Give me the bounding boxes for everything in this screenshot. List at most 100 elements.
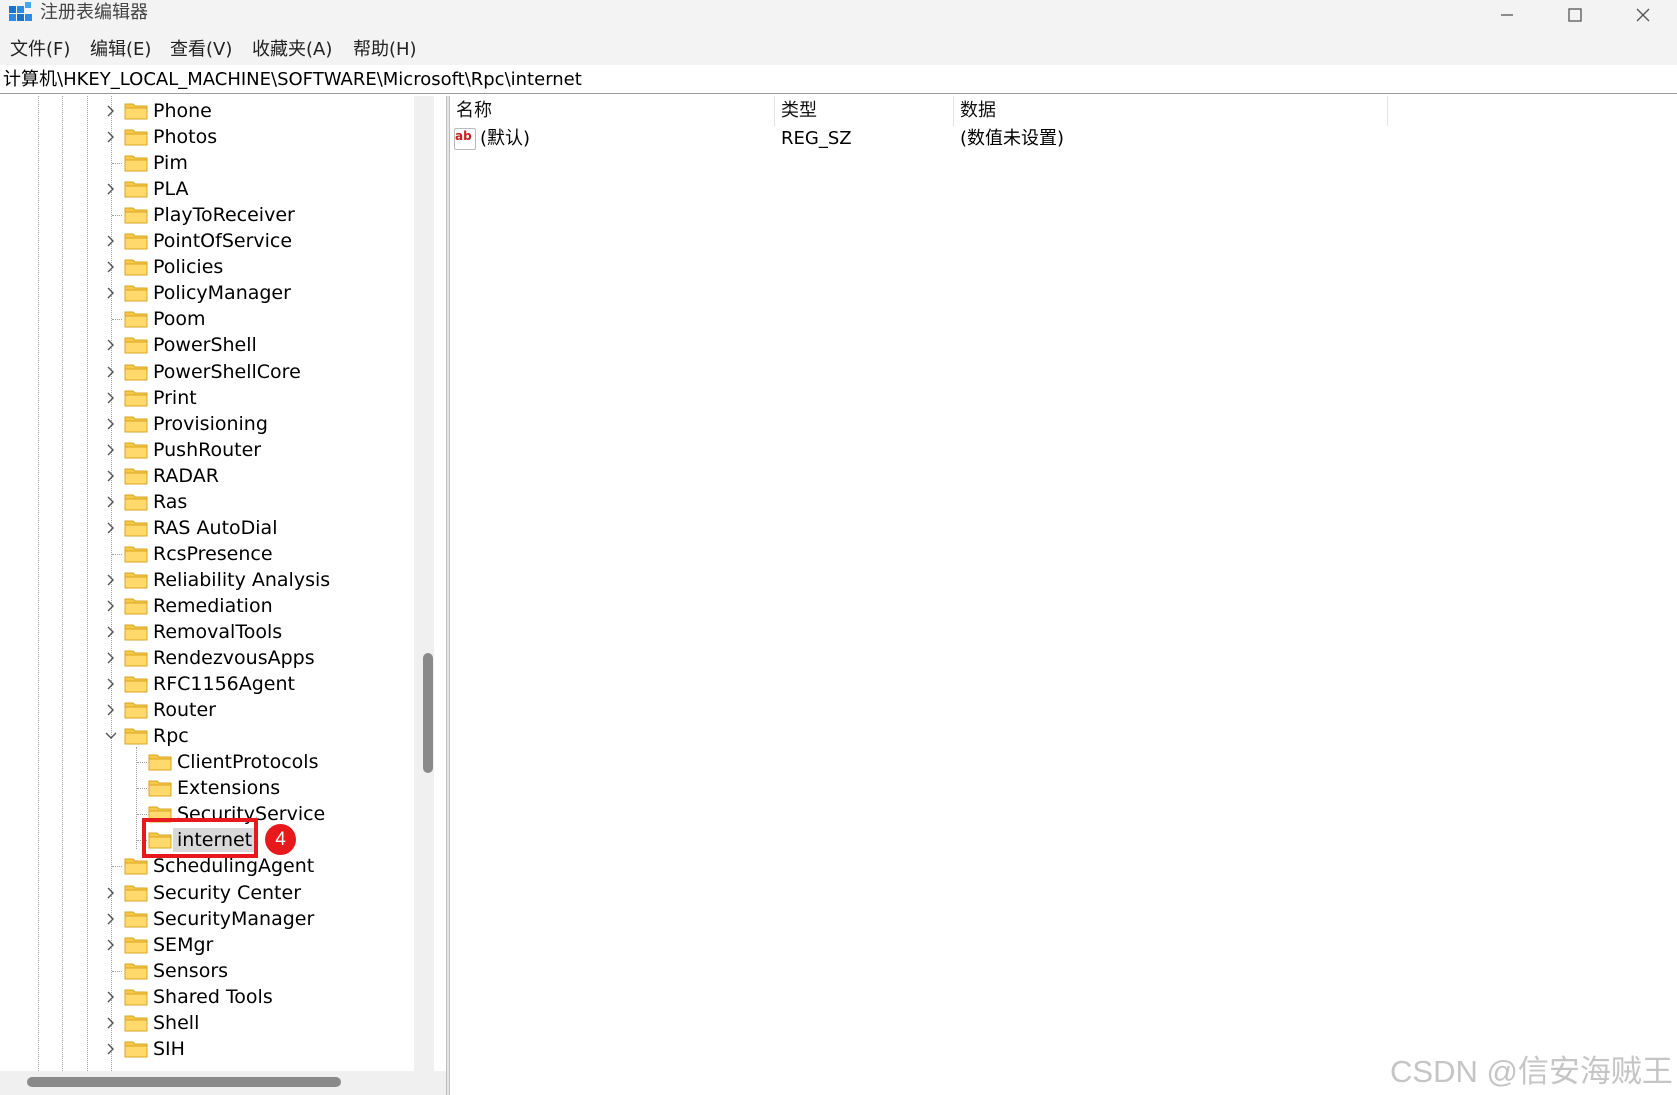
tree-node[interactable]: RcsPresence: [0, 541, 416, 567]
menu-file[interactable]: 文件(F): [10, 38, 70, 62]
menu-help[interactable]: 帮助(H): [353, 38, 417, 62]
tree-horizontal-scroll-thumb[interactable]: [27, 1077, 341, 1087]
chevron-right-icon[interactable]: [104, 338, 118, 352]
tree-node[interactable]: RendezvousApps: [0, 645, 416, 671]
menu-view[interactable]: 查看(V): [170, 38, 232, 62]
chevron-right-icon[interactable]: [104, 260, 118, 274]
tree-node[interactable]: PolicyManager: [0, 280, 416, 306]
tree-node[interactable]: SEMgr: [0, 932, 416, 958]
address-path[interactable]: 计算机\HKEY_LOCAL_MACHINE\SOFTWARE\Microsof…: [3, 68, 582, 92]
tree-node-label[interactable]: Sensors: [153, 959, 228, 983]
tree-node[interactable]: RFC1156Agent: [0, 671, 416, 697]
minimize-button[interactable]: [1473, 0, 1541, 30]
tree-node-label[interactable]: SIH: [153, 1037, 185, 1061]
chevron-right-icon[interactable]: [104, 677, 118, 691]
column-divider[interactable]: [1387, 96, 1388, 126]
close-button[interactable]: [1609, 0, 1677, 30]
tree-node[interactable]: Shared Tools: [0, 984, 416, 1010]
tree-node-label[interactable]: Shell: [153, 1011, 199, 1035]
tree-node[interactable]: Sensors: [0, 958, 416, 984]
chevron-right-icon[interactable]: [104, 234, 118, 248]
chevron-right-icon[interactable]: [104, 391, 118, 405]
tree-node-label[interactable]: RADAR: [153, 464, 219, 488]
tree-node-label[interactable]: Extensions: [177, 776, 280, 800]
chevron-right-icon[interactable]: [104, 990, 118, 1004]
tree-node-label[interactable]: Provisioning: [153, 412, 268, 436]
tree-node-label[interactable]: PLA: [153, 177, 188, 201]
tree-node[interactable]: Ras: [0, 489, 416, 515]
menu-edit[interactable]: 编辑(E): [90, 38, 151, 62]
tree-node[interactable]: Remediation: [0, 593, 416, 619]
tree-node[interactable]: Print: [0, 385, 416, 411]
column-data[interactable]: 数据: [960, 99, 996, 123]
chevron-right-icon[interactable]: [104, 573, 118, 587]
chevron-right-icon[interactable]: [104, 469, 118, 483]
tree-node-label[interactable]: SchedulingAgent: [153, 854, 314, 878]
tree-node[interactable]: PlayToReceiver: [0, 202, 416, 228]
chevron-right-icon[interactable]: [104, 286, 118, 300]
tree-node[interactable]: ClientProtocols: [0, 749, 416, 775]
tree-vertical-scrollbar[interactable]: [414, 96, 434, 1071]
value-row[interactable]: ab (默认) REG_SZ (数值未设置): [450, 126, 1677, 152]
tree-node-label[interactable]: Rpc: [153, 724, 189, 748]
chevron-right-icon[interactable]: [104, 495, 118, 509]
tree-node-label[interactable]: RFC1156Agent: [153, 672, 295, 696]
tree-node[interactable]: RAS AutoDial: [0, 515, 416, 541]
tree-node[interactable]: Rpc: [0, 723, 416, 749]
tree-node[interactable]: Pim: [0, 150, 416, 176]
chevron-right-icon[interactable]: [104, 104, 118, 118]
tree-node-label[interactable]: ClientProtocols: [177, 750, 318, 774]
tree-node-label[interactable]: RendezvousApps: [153, 646, 315, 670]
chevron-right-icon[interactable]: [104, 417, 118, 431]
column-divider[interactable]: [953, 96, 954, 126]
tree-node[interactable]: Reliability Analysis: [0, 567, 416, 593]
tree-node[interactable]: PointOfService: [0, 228, 416, 254]
tree-node[interactable]: RADAR: [0, 463, 416, 489]
chevron-down-icon[interactable]: [104, 729, 118, 743]
chevron-right-icon[interactable]: [104, 938, 118, 952]
tree-node-label[interactable]: Reliability Analysis: [153, 568, 330, 592]
tree-node-label[interactable]: Print: [153, 386, 197, 410]
tree-node-label[interactable]: PushRouter: [153, 438, 261, 462]
tree-node-label[interactable]: PowerShellCore: [153, 360, 301, 384]
tree-node-label[interactable]: RemovalTools: [153, 620, 282, 644]
tree-node[interactable]: Photos: [0, 124, 416, 150]
registry-tree[interactable]: Phone Photos Pim PLA PlayToReceiver PointOfSe…: [0, 96, 418, 1095]
tree-node-label[interactable]: Phone: [153, 99, 212, 123]
tree-vertical-scroll-thumb[interactable]: [423, 653, 433, 773]
tree-node[interactable]: PowerShell: [0, 332, 416, 358]
tree-node-label[interactable]: PointOfService: [153, 229, 292, 253]
column-divider[interactable]: [774, 96, 775, 126]
tree-node-label[interactable]: Shared Tools: [153, 985, 273, 1009]
tree-node[interactable]: Poom: [0, 306, 416, 332]
maximize-button[interactable]: [1541, 0, 1609, 30]
tree-node[interactable]: RemovalTools: [0, 619, 416, 645]
chevron-right-icon[interactable]: [104, 886, 118, 900]
tree-node[interactable]: Router: [0, 697, 416, 723]
tree-node-label[interactable]: RcsPresence: [153, 542, 273, 566]
values-list[interactable]: 名称 类型 数据 ab (默认) REG_SZ (数值未设置): [450, 96, 1677, 1095]
chevron-right-icon[interactable]: [104, 521, 118, 535]
chevron-right-icon[interactable]: [104, 365, 118, 379]
tree-node-label[interactable]: Poom: [153, 307, 206, 331]
chevron-right-icon[interactable]: [104, 1016, 118, 1030]
tree-node[interactable]: PushRouter: [0, 437, 416, 463]
tree-node-label[interactable]: Ras: [153, 490, 187, 514]
address-bar[interactable]: 计算机\HKEY_LOCAL_MACHINE\SOFTWARE\Microsof…: [0, 66, 1677, 94]
tree-node-label[interactable]: Photos: [153, 125, 217, 149]
tree-node[interactable]: SecurityManager: [0, 906, 416, 932]
tree-node-label[interactable]: Remediation: [153, 594, 273, 618]
tree-node-label[interactable]: PowerShell: [153, 333, 257, 357]
tree-node[interactable]: Shell: [0, 1010, 416, 1036]
column-type[interactable]: 类型: [781, 99, 817, 123]
chevron-right-icon[interactable]: [104, 912, 118, 926]
tree-node-label[interactable]: Router: [153, 698, 216, 722]
tree-node[interactable]: SIH: [0, 1036, 416, 1062]
tree-node-label[interactable]: PlayToReceiver: [153, 203, 295, 227]
chevron-right-icon[interactable]: [104, 1042, 118, 1056]
tree-node[interactable]: Policies: [0, 254, 416, 280]
tree-node-label[interactable]: Security Center: [153, 881, 301, 905]
tree-node-label[interactable]: SEMgr: [153, 933, 213, 957]
chevron-right-icon[interactable]: [104, 599, 118, 613]
tree-node-label[interactable]: SecurityManager: [153, 907, 314, 931]
